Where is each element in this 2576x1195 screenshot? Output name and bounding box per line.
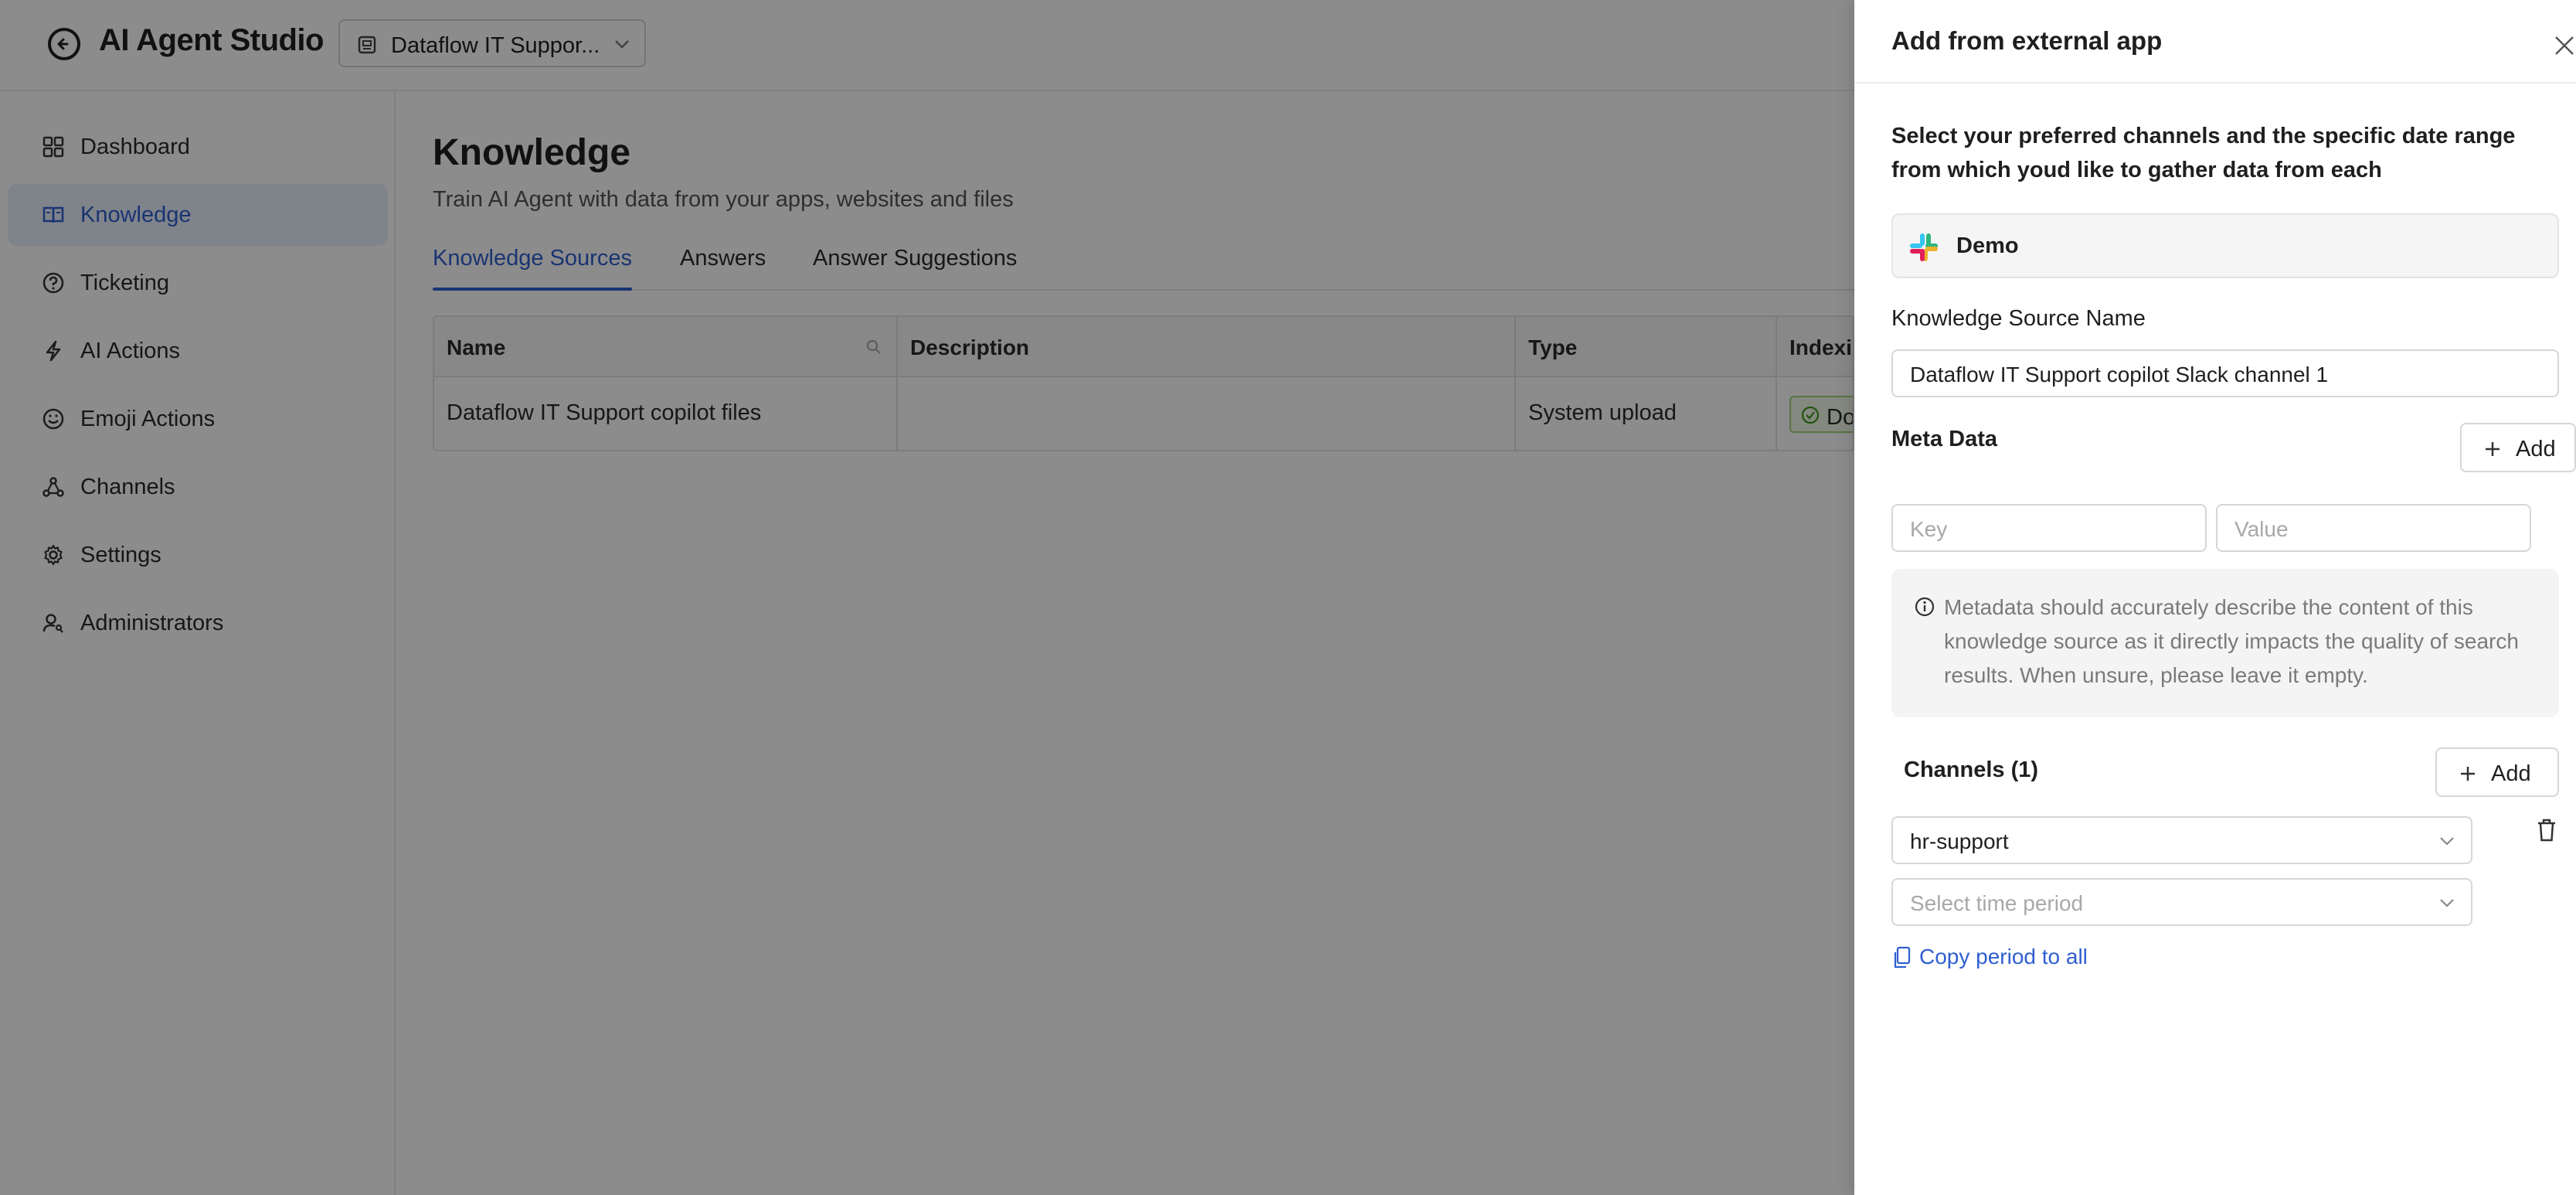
plus-icon bbox=[2486, 442, 2500, 456]
channels-title: Channels (1) bbox=[1904, 758, 2039, 782]
drawer-header: Add from external app bbox=[1854, 0, 2576, 83]
copy-period-label: Copy period to all bbox=[1919, 945, 2088, 969]
channel-value: hr-support bbox=[1910, 829, 2009, 853]
chevron-down-icon bbox=[2440, 837, 2454, 846]
value-placeholder: Value bbox=[2234, 517, 2289, 541]
add-label: Add bbox=[2491, 761, 2531, 786]
time-period-select[interactable]: Select time period bbox=[1891, 878, 2472, 926]
add-external-app-drawer: Add from external app Select your prefer… bbox=[1854, 0, 2576, 1195]
drawer-title: Add from external app bbox=[1891, 26, 2163, 55]
add-label: Add bbox=[2516, 437, 2556, 461]
time-period-placeholder: Select time period bbox=[1910, 891, 2084, 915]
app-root: AI Agent Studio Dataflow IT Suppor... Da… bbox=[0, 0, 2576, 1195]
drawer-intro: Select your preferred channels and the s… bbox=[1891, 124, 2516, 182]
modal-overlay[interactable] bbox=[0, 0, 1854, 1195]
add-metadata-button[interactable]: Add bbox=[2460, 423, 2576, 472]
plus-icon bbox=[2461, 767, 2475, 781]
source-name-label: Knowledge Source Name bbox=[1891, 306, 2146, 331]
close-icon[interactable] bbox=[2553, 34, 2576, 57]
source-name-value: Dataflow IT Support copilot Slack channe… bbox=[1910, 363, 2329, 386]
meta-value-input[interactable]: Value bbox=[2216, 504, 2531, 552]
copy-period-link[interactable]: Copy period to all bbox=[1891, 943, 2123, 974]
metadata-info-text: Metadata should accurately describe the … bbox=[1944, 595, 2519, 687]
meta-data-label: Meta Data bbox=[1891, 427, 1997, 451]
source-name-input[interactable]: Dataflow IT Support copilot Slack channe… bbox=[1891, 349, 2559, 397]
key-placeholder: Key bbox=[1910, 517, 1948, 541]
copy-icon bbox=[1894, 946, 1911, 969]
trash-icon[interactable] bbox=[2536, 818, 2557, 843]
channel-select[interactable]: hr-support bbox=[1891, 816, 2472, 864]
source-card: Demo bbox=[1891, 213, 2559, 278]
chevron-down-icon bbox=[2440, 899, 2454, 907]
meta-key-input[interactable]: Key bbox=[1891, 504, 2207, 552]
metadata-info-box: Metadata should accurately describe the … bbox=[1891, 569, 2559, 717]
slack-logo bbox=[1910, 233, 1938, 261]
add-channel-button[interactable]: Add bbox=[2435, 747, 2559, 797]
info-icon bbox=[1915, 597, 1935, 617]
source-name: Demo bbox=[1956, 233, 2019, 258]
